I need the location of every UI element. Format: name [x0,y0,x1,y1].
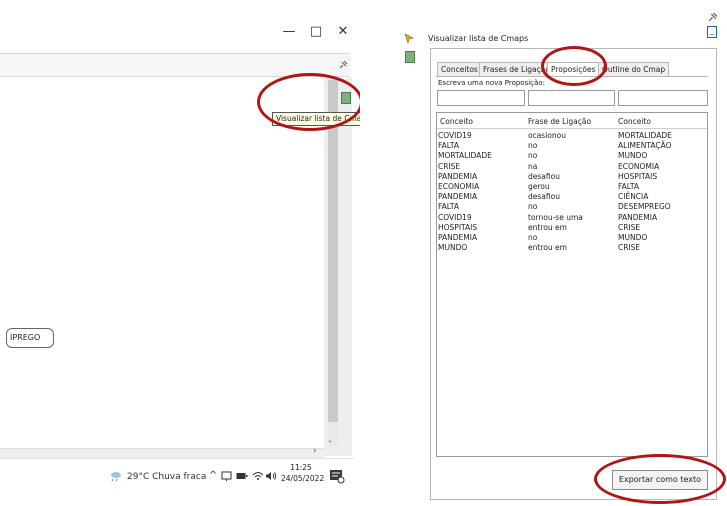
battery-icon[interactable] [236,472,248,481]
wifi-icon[interactable] [252,471,264,481]
table-cell[interactable]: na [528,162,537,172]
pin-icon-top[interactable] [707,12,718,23]
table-cell[interactable]: no [528,151,537,161]
table-cell[interactable]: PANDEMIA [438,192,477,202]
proposition-concept-2-input[interactable] [618,90,708,106]
pointer-icon[interactable] [403,32,415,44]
table-cell[interactable]: desafiou [528,172,560,182]
table-cell[interactable]: PANDEMIA [438,233,477,243]
volume-icon[interactable] [265,471,277,481]
network-icon[interactable] [221,471,232,482]
table-cell[interactable]: MUNDO [618,151,647,161]
table-cell[interactable]: HOSPITAIS [438,223,477,233]
proposition-linking-phrase-input[interactable] [528,90,615,106]
clock-time[interactable]: 11:25 [283,463,319,472]
scroll-down-arrow-icon[interactable]: ˅ [328,440,332,449]
table-cell[interactable]: MORTALIDADE [618,131,672,141]
close-icon[interactable]: ✕ [334,24,352,40]
cmap-list-icon-right[interactable] [405,51,415,63]
table-cell[interactable]: entrou em [528,223,567,233]
table-cell[interactable]: PANDEMIA [438,172,477,182]
highlight-ellipse-list-button [257,73,363,131]
panel-title: Visualizar lista de Cmaps [428,34,529,43]
highlight-ellipse-tab [541,46,607,86]
table-cell[interactable]: desafiou [528,192,560,202]
highlight-ellipse-export [594,454,726,504]
table-cell[interactable]: no [528,141,537,151]
table-cell[interactable]: FALTA [438,202,459,212]
column-header-concept-2[interactable]: Conceito [618,116,651,128]
new-proposition-label: Escreva uma nova Proposição: [438,79,545,87]
header-divider [437,128,707,129]
scroll-right-arrow-icon[interactable]: › [313,446,317,456]
table-cell[interactable]: gerou [528,182,550,192]
proposition-table [436,112,708,457]
tab-outline-do-cmap[interactable]: Outline do Cmap [598,62,670,76]
table-cell[interactable]: FALTA [438,141,459,151]
column-header-concept-1[interactable]: Conceito [440,116,473,128]
maximize-icon[interactable]: □ [307,24,325,40]
horizontal-scrollbar[interactable] [0,448,324,458]
table-cell[interactable]: DESEMPREGO [618,202,671,212]
table-cell[interactable]: ECONOMIA [438,182,479,192]
weather-text[interactable]: 29°C Chuva fraca [127,472,206,482]
table-cell[interactable]: PANDEMIA [618,213,657,223]
table-cell[interactable]: no [528,233,537,243]
table-cell[interactable]: MUNDO [618,233,647,243]
cmap-canvas[interactable] [0,78,324,456]
clock-date[interactable]: 24/05/2022 [281,474,324,483]
column-header-linking-phrase[interactable]: Frase de Ligação [528,116,591,128]
table-cell[interactable]: COVID19 [438,131,472,141]
notification-icon[interactable] [329,468,345,484]
table-cell[interactable]: COVID19 [438,213,472,223]
table-cell[interactable]: entrou em [528,243,567,253]
table-cell[interactable]: ocasionou [528,131,566,141]
table-cell[interactable]: FALTA [618,182,639,192]
tab-conceitos[interactable]: Conceitos [437,62,482,76]
minimize-icon[interactable]: — [280,24,298,40]
tray-chevron-icon[interactable]: ^ [209,470,217,481]
proposition-concept-1-input[interactable] [437,90,525,106]
table-cell[interactable]: tornou-se uma [528,213,583,223]
table-cell[interactable]: ALIMENTAÇÃO [618,141,671,151]
table-cell[interactable]: MORTALIDADE [438,151,492,161]
table-cell[interactable]: CRISE [438,162,460,172]
table-cell[interactable]: MUNDO [438,243,467,253]
table-cell[interactable]: no [528,202,537,212]
table-cell[interactable]: CIÊNCIA [618,192,648,202]
table-cell[interactable]: CRISE [618,223,640,233]
concept-node[interactable]: IPREGO [6,328,54,348]
cloud-rain-icon [111,472,121,482]
table-cell[interactable]: HOSPITAIS [618,172,657,182]
pin-icon[interactable] [338,60,348,70]
table-cell[interactable]: CRISE [618,243,640,253]
panel-minimize-button[interactable]: _ [707,26,717,38]
table-cell[interactable]: ECONOMIA [618,162,659,172]
vertical-scrollbar-thumb[interactable] [328,80,338,422]
